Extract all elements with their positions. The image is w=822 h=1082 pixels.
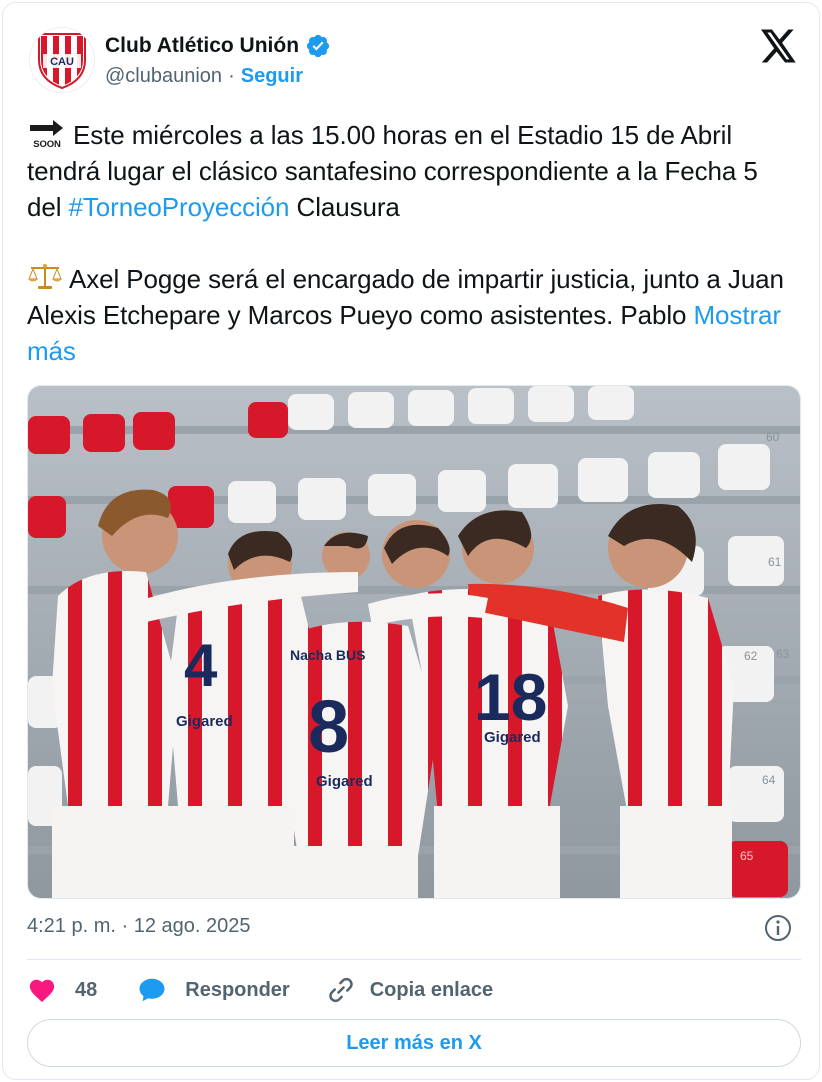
- tweet-card: CAU Club Atlético Unión @clubaunion · Se…: [2, 2, 820, 1080]
- tweet-photo[interactable]: 60 61 62 63 64 65 4 8 18 Gigared Gigared…: [27, 385, 801, 899]
- follow-button[interactable]: Seguir: [241, 65, 303, 88]
- separator-dot: ·: [228, 65, 235, 87]
- sponsor-text-2: Gigared: [484, 729, 541, 746]
- soon-arrow-icon: SOON: [27, 118, 67, 150]
- avatar-letters: CAU: [50, 56, 74, 68]
- copy-link-label: Copia enlace: [369, 978, 494, 1001]
- seat-number-64: 64: [762, 773, 776, 787]
- speech-bubble-icon: [139, 978, 165, 1002]
- tweet-body: SOON Este miércoles a las 15.00 horas en…: [27, 117, 799, 369]
- reply-label: Responder: [185, 978, 290, 1001]
- soon-label: SOON: [33, 139, 61, 148]
- link-icon: [329, 977, 353, 1003]
- like-count: 48: [75, 978, 98, 1001]
- paragraph-2-text: Axel Pogge será el encargado de impartir…: [27, 264, 784, 330]
- handle-row: @clubaunion · Seguir: [105, 65, 303, 88]
- author-name-row: Club Atlético Unión: [105, 33, 331, 59]
- verified-badge-icon: [305, 33, 331, 59]
- club-avatar[interactable]: CAU: [29, 27, 95, 93]
- paragraph-1: SOON Este miércoles a las 15.00 horas en…: [27, 117, 799, 225]
- tweet-actions: 48 Responder Copia enlace: [27, 973, 493, 1007]
- paragraph-2: Axel Pogge será el encargado de impartir…: [27, 261, 799, 369]
- sponsor-text-1: Gigared: [176, 713, 233, 730]
- jersey-number-4: 4: [184, 632, 218, 699]
- seat-number-65: 65: [740, 849, 754, 863]
- author-name[interactable]: Club Atlético Unión: [105, 34, 299, 58]
- tweet-timestamp[interactable]: 4:21 p. m. · 12 ago. 2025: [27, 915, 251, 938]
- author-handle[interactable]: @clubaunion: [105, 65, 222, 88]
- sponsor-text-4: Nacha BUS: [290, 647, 365, 663]
- jersey-number-8: 8: [308, 685, 349, 768]
- seat-number-62: 62: [744, 649, 758, 663]
- seat-number-63: 63: [776, 647, 790, 661]
- jersey-number-18: 18: [474, 660, 547, 734]
- read-more-on-x-button[interactable]: Leer más en X: [27, 1019, 801, 1067]
- seat-number-60: 60: [766, 430, 780, 444]
- like-button[interactable]: 48: [27, 975, 97, 1005]
- reply-button[interactable]: Responder: [137, 975, 290, 1005]
- paragraph-1-after: Clausura: [289, 192, 400, 222]
- sponsor-text-3: Gigared: [316, 773, 373, 790]
- footer-divider: [27, 959, 801, 960]
- heart-icon: [29, 979, 55, 1002]
- team-celebration-image: 60 61 62 63 64 65 4 8 18 Gigared Gigared…: [28, 386, 800, 898]
- x-logo-icon[interactable]: [761, 29, 797, 63]
- hashtag-link[interactable]: #TorneoProyección: [69, 192, 290, 222]
- balance-scale-icon: [27, 262, 63, 292]
- seat-number-61: 61: [768, 555, 782, 569]
- info-icon[interactable]: [763, 913, 793, 943]
- club-crest-icon: CAU: [38, 33, 86, 90]
- copy-link-button[interactable]: Copia enlace: [326, 975, 493, 1005]
